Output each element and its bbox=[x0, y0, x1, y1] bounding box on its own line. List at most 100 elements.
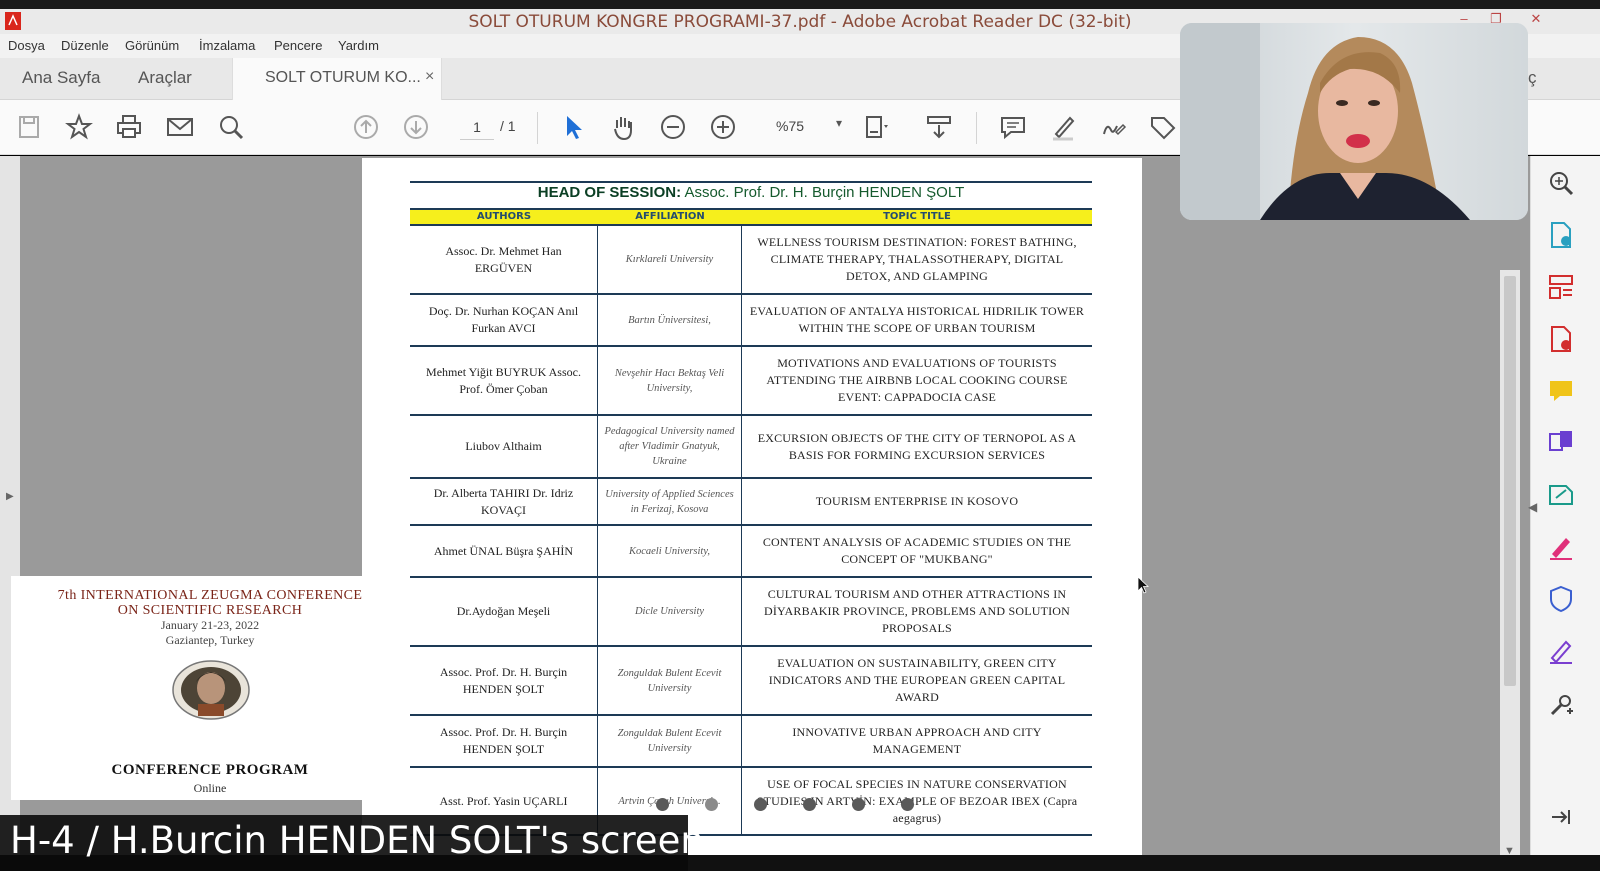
page-total: / 1 bbox=[500, 118, 516, 134]
page-down-icon[interactable] bbox=[401, 112, 431, 142]
cell-authors: Dr.Aydoğan Meşeli bbox=[410, 578, 598, 645]
cell-authors: Assoc. Prof. Dr. H. Burçin HENDEN ŞOLT bbox=[410, 716, 598, 766]
cell-affiliation: Kocaeli University, bbox=[598, 526, 742, 576]
cell-authors: Ahmet ÜNAL Büşra ŞAHİN bbox=[410, 526, 598, 576]
screen-share-caption: H-4 / H.Burcin HENDEN SOLT's screen bbox=[0, 815, 704, 871]
cell-topic: TOURISM ENTERPRISE IN KOSOVO bbox=[815, 494, 1019, 508]
cell-topic: USE OF FOCAL SPECIES IN NATURE CONSERVAT… bbox=[756, 776, 1078, 825]
cell-authors: Assoc. Dr. Mehmet Han ERGÜVEN bbox=[410, 226, 598, 293]
search-icon[interactable] bbox=[216, 112, 246, 142]
menu-imzalama[interactable]: İmzalama bbox=[199, 38, 255, 53]
scrollbar-thumb[interactable] bbox=[1504, 276, 1516, 686]
table-row: Doç. Dr. Nurhan KOÇAN Anıl Furkan AVCI B… bbox=[410, 295, 1092, 347]
slide-dot[interactable] bbox=[656, 798, 669, 811]
conference-mode: Online bbox=[193, 781, 227, 795]
tab-document[interactable]: SOLT OTURUM KO... × bbox=[232, 58, 442, 100]
menu-gorunum[interactable]: Görünüm bbox=[125, 38, 179, 53]
tab-close-icon[interactable]: × bbox=[425, 68, 434, 86]
export-pdf-icon[interactable] bbox=[1546, 220, 1576, 250]
menu-dosya[interactable]: Dosya bbox=[8, 38, 45, 53]
toolbar-divider bbox=[976, 112, 977, 144]
pdf-page: HEAD OF SESSION: Assoc. Prof. Dr. H. Bur… bbox=[362, 158, 1142, 862]
screen-share-caption-text: H-4 / H.Burcin HENDEN SOLT's screen bbox=[10, 819, 704, 862]
right-tools-pane bbox=[1530, 156, 1600, 862]
bookmark-star-icon[interactable] bbox=[64, 112, 94, 142]
zoom-in-icon[interactable] bbox=[708, 112, 738, 142]
cell-affiliation: Kırklareli University bbox=[598, 226, 742, 293]
organize-pages-icon[interactable] bbox=[1546, 272, 1576, 302]
conference-logo-card: 7th INTERNATIONAL ZEUGMA CONFERENCE ON S… bbox=[11, 576, 409, 800]
sign-icon[interactable] bbox=[1098, 112, 1128, 142]
menu-yardim[interactable]: Yardım bbox=[338, 38, 379, 53]
slide-dot[interactable] bbox=[901, 798, 914, 811]
save-icon[interactable] bbox=[14, 112, 44, 142]
email-icon[interactable] bbox=[165, 112, 195, 142]
zoom-tool-icon[interactable] bbox=[1546, 168, 1576, 198]
zeugma-mosaic-emblem-icon bbox=[172, 660, 250, 720]
scroll-mode-icon[interactable] bbox=[924, 112, 954, 142]
print-icon[interactable] bbox=[114, 112, 144, 142]
close-window-button[interactable]: ✕ bbox=[1524, 11, 1548, 31]
edit-pdf-icon[interactable] bbox=[1546, 480, 1576, 510]
table-row: Assoc. Prof. Dr. H. Burçin HENDEN ŞOLT Z… bbox=[410, 716, 1092, 768]
table-top-rule bbox=[410, 181, 1092, 183]
create-pdf-icon[interactable] bbox=[1546, 324, 1576, 354]
zoom-dropdown-icon[interactable]: ▾ bbox=[836, 116, 842, 130]
slide-dot[interactable] bbox=[803, 798, 816, 811]
cell-topic: MOTIVATIONS AND EVALUATIONS OF TOURISTS … bbox=[766, 356, 1068, 404]
tab-partial-label: ç bbox=[1528, 68, 1537, 87]
cell-authors: Mehmet Yiğit BUYRUK Assoc. Prof. Ömer Ço… bbox=[410, 347, 598, 414]
session-head-label: HEAD OF SESSION: bbox=[537, 184, 682, 201]
cell-topic: CULTURAL TOURISM AND OTHER ATTRACTIONS I… bbox=[763, 587, 1071, 635]
menu-pencere[interactable]: Pencere bbox=[274, 38, 322, 53]
tab-home[interactable]: Ana Sayfa bbox=[22, 68, 100, 88]
collapse-pane-icon[interactable] bbox=[1546, 802, 1576, 832]
tag-icon[interactable] bbox=[1148, 112, 1178, 142]
conference-name-line2: ON SCIENTIFIC RESEARCH bbox=[117, 603, 303, 618]
select-cursor-icon[interactable] bbox=[558, 112, 588, 142]
more-tools-icon[interactable] bbox=[1546, 690, 1576, 720]
highlight-pen-icon[interactable] bbox=[1048, 112, 1078, 142]
send-for-signature-icon[interactable] bbox=[1546, 636, 1576, 666]
zoom-out-icon[interactable] bbox=[658, 112, 688, 142]
table-row: Dr. Alberta TAHIRI Dr. Idriz KOVAÇI Univ… bbox=[410, 479, 1092, 526]
combine-files-icon[interactable] bbox=[1546, 428, 1576, 458]
cell-topic: WELLNESS TOURISM DESTINATION: FOREST BAT… bbox=[757, 235, 1077, 283]
conference-name-line1: 7th INTERNATIONAL ZEUGMA CONFERENCE bbox=[57, 588, 363, 603]
cell-topic: INNOVATIVE URBAN APPROACH AND CITY MANAG… bbox=[792, 725, 1042, 756]
hand-tool-icon[interactable] bbox=[608, 112, 638, 142]
table-row: Dr.Aydoğan Meşeli Dicle University CULTU… bbox=[410, 578, 1092, 647]
expand-left-pane-icon[interactable]: ▶ bbox=[6, 491, 14, 502]
session-head-title: HEAD OF SESSION: Assoc. Prof. Dr. H. Bur… bbox=[410, 184, 1092, 201]
mouse-cursor-icon bbox=[1137, 576, 1149, 594]
session-table-body: Assoc. Dr. Mehmet Han ERGÜVEN Kırklareli… bbox=[410, 226, 1092, 836]
slide-dot[interactable] bbox=[754, 798, 767, 811]
cell-topic: EVALUATION ON SUSTAINABILITY, GREEN CITY… bbox=[768, 656, 1066, 704]
menu-duzenle[interactable]: Düzenle bbox=[61, 38, 109, 53]
page-up-icon[interactable] bbox=[351, 112, 381, 142]
tab-document-label: SOLT OTURUM KO... bbox=[265, 69, 421, 86]
table-row: Assoc. Prof. Dr. H. Burçin HENDEN ŞOLT Z… bbox=[410, 647, 1092, 716]
cell-topic: EXCURSION OBJECTS OF THE CITY OF TERNOPO… bbox=[757, 430, 1077, 462]
cell-affiliation: Pedagogical University named after Vladi… bbox=[598, 416, 742, 477]
collapse-right-pane-icon[interactable]: ◀ bbox=[1528, 500, 1537, 514]
comment-icon[interactable] bbox=[998, 112, 1028, 142]
vertical-scrollbar[interactable]: ▼ bbox=[1500, 270, 1520, 870]
slide-dot-active[interactable] bbox=[705, 798, 718, 811]
tab-tools[interactable]: Araçlar bbox=[138, 68, 192, 88]
page-fit-icon[interactable] bbox=[862, 112, 892, 142]
comment-tool-icon[interactable] bbox=[1546, 376, 1576, 406]
protect-shield-icon[interactable] bbox=[1546, 584, 1576, 614]
column-header-authors: AUTHORS bbox=[476, 211, 532, 222]
conference-program-title: CONFERENCE PROGRAM bbox=[111, 762, 309, 778]
conference-dates: January 21-23, 2022 bbox=[160, 618, 260, 632]
zoom-level[interactable]: %75 bbox=[776, 118, 804, 134]
fill-sign-icon[interactable] bbox=[1546, 532, 1576, 562]
cell-affiliation: Nevşehir Hacı Bektaş Veli University, bbox=[598, 347, 742, 414]
slide-dot[interactable] bbox=[852, 798, 865, 811]
cell-topic: CONTENT ANALYSIS OF ACADEMIC STUDIES ON … bbox=[762, 535, 1072, 566]
cell-topic: EVALUATION OF ANTALYA HISTORICAL HIDRILI… bbox=[749, 304, 1085, 335]
column-header-topic: TOPIC TITLE bbox=[883, 211, 951, 222]
page-number-input[interactable]: 1 bbox=[460, 114, 494, 140]
cell-authors: Dr. Alberta TAHIRI Dr. Idriz KOVAÇI bbox=[410, 479, 598, 524]
